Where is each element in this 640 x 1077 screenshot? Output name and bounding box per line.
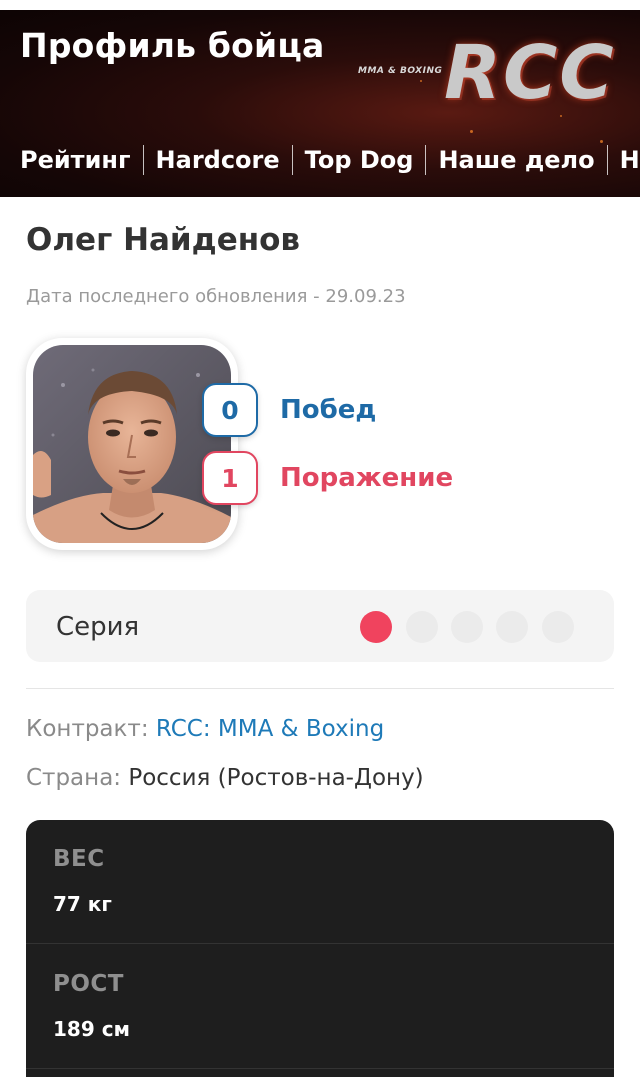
country-value: Россия (Ростов-на-Дону) (128, 765, 424, 791)
nav-item-nashe-delo[interactable]: Наше дело (425, 145, 606, 175)
nav-item-hardcore[interactable]: Hardcore (142, 145, 292, 175)
divider (26, 688, 614, 689)
stat-value: 77 кг (53, 892, 112, 916)
stat-height: РОСТ 189 см (26, 945, 614, 1069)
last-updated-separator: - (307, 286, 326, 307)
logo-text: RCC (444, 30, 616, 116)
contract-row: Контракт: RCC: MMA & Boxing (26, 716, 384, 742)
last-updated-label: Дата последнего обновления (26, 286, 308, 307)
header-banner: Профиль бойца MMA & BOXING RCC Рейтинг H… (0, 10, 640, 197)
country-row: Страна: Россия (Ростов-на-Дону) (26, 765, 424, 791)
contract-link[interactable]: RCC: MMA & Boxing (156, 716, 384, 742)
nav-item-hardcore-2[interactable]: Hardcore (606, 145, 640, 175)
logo-subtext: MMA & BOXING (358, 66, 443, 76)
wins-label: Побед (280, 395, 377, 425)
last-updated-date: 29.09.23 (325, 286, 406, 307)
series-result-dot (542, 611, 574, 643)
top-nav: Рейтинг Hardcore Top Dog Наше дело Hardc… (0, 140, 640, 180)
spark-decoration (470, 130, 473, 133)
series-result-dot (496, 611, 528, 643)
rcc-logo[interactable]: MMA & BOXING RCC (358, 30, 640, 122)
page-title: Профиль бойца (20, 26, 325, 65)
fighter-photo-card (26, 338, 238, 550)
last-updated: Дата последнего обновления - 29.09.23 (26, 286, 406, 307)
stat-weight: ВЕС 77 кг (26, 820, 614, 944)
fighter-photo (33, 345, 231, 543)
series-result-dot (360, 611, 392, 643)
fighter-name: Олег Найденов (26, 222, 301, 258)
nav-item-rating[interactable]: Рейтинг (0, 145, 143, 175)
series-result-dot (406, 611, 438, 643)
nav-item-top-dog[interactable]: Top Dog (291, 145, 426, 175)
losses-label: Поражение (280, 463, 454, 493)
country-label: Страна: (26, 765, 129, 791)
losses-record: 1 Поражение (202, 451, 453, 505)
stat-label: ВЕС (53, 846, 105, 872)
series-label: Серия (56, 612, 140, 642)
series-result-dot (451, 611, 483, 643)
stats-card: ВЕС 77 кг РОСТ 189 см (26, 820, 614, 1077)
stat-value: 189 см (53, 1017, 130, 1041)
wins-record: 0 Побед (202, 383, 376, 437)
wins-count: 0 (202, 383, 258, 437)
fight-series: Серия (26, 590, 614, 662)
losses-count: 1 (202, 451, 258, 505)
contract-label: Контракт: (26, 716, 156, 742)
stat-label: РОСТ (53, 971, 124, 997)
